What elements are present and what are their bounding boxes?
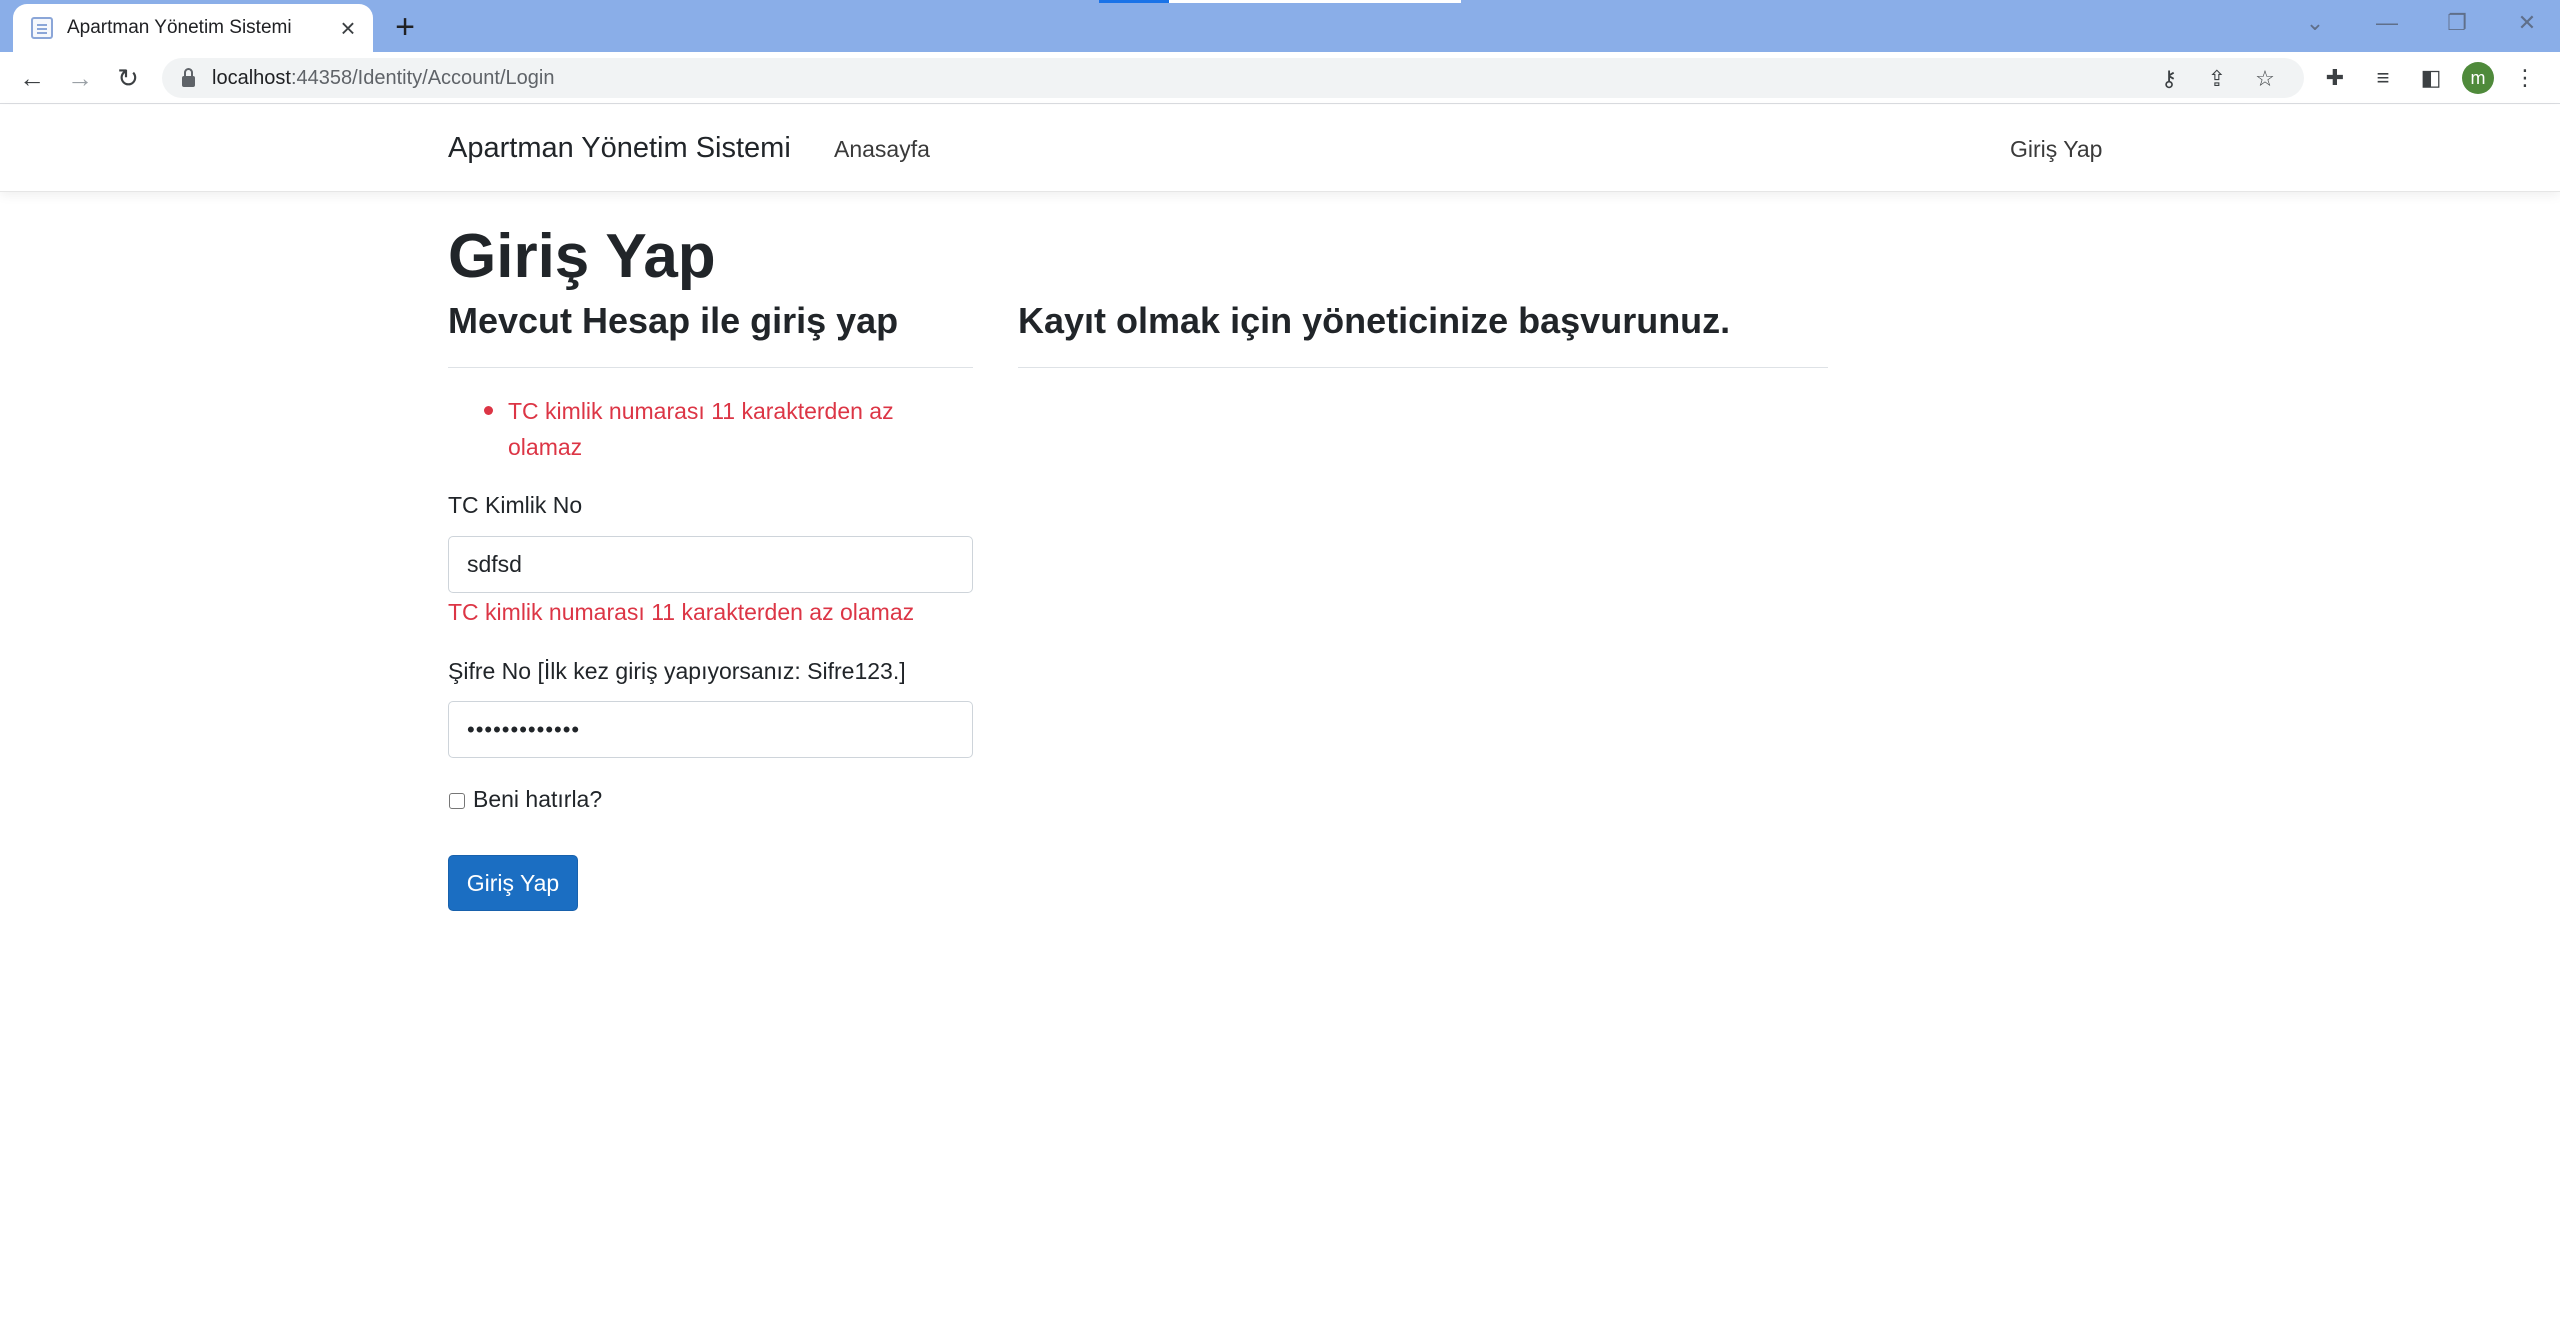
url-text[interactable]: localhost:44358/Identity/Account/Login bbox=[212, 67, 554, 90]
new-tab-icon[interactable]: + bbox=[388, 8, 422, 46]
nav-link-home[interactable]: Anasayfa bbox=[834, 136, 930, 163]
browser-tab[interactable]: Apartman Yönetim Sistemi × bbox=[13, 4, 373, 52]
back-icon[interactable]: ← bbox=[15, 61, 49, 95]
page-favicon-icon bbox=[31, 17, 53, 39]
browser-toolbar: ← → ↻ localhost:44358/Identity/Account/L… bbox=[0, 52, 2560, 104]
tc-kimlik-error: TC kimlik numarası 11 karakterden az ola… bbox=[448, 599, 915, 625]
address-bar[interactable]: localhost:44358/Identity/Account/Login ⚷… bbox=[162, 58, 2304, 98]
validation-summary-item: TC kimlik numarası 11 karakterden az olam… bbox=[484, 393, 984, 465]
extensions-puzzle-icon[interactable]: ✚ bbox=[2318, 61, 2352, 95]
tc-kimlik-label: TC Kimlik No bbox=[448, 492, 583, 518]
reload-icon[interactable]: ↻ bbox=[111, 61, 145, 95]
password-input[interactable] bbox=[448, 701, 973, 758]
login-submit-button[interactable]: Giriş Yap bbox=[448, 855, 578, 911]
tab-title: Apartman Yönetim Sistemi bbox=[67, 17, 292, 38]
close-window-icon[interactable]: ✕ bbox=[2502, 6, 2552, 40]
tab-close-icon[interactable]: × bbox=[331, 11, 365, 45]
password-key-icon[interactable]: ⚷ bbox=[2152, 62, 2186, 96]
login-section-heading: Mevcut Hesap ile giriş yap bbox=[448, 300, 899, 341]
side-panel-icon[interactable]: ◧ bbox=[2414, 61, 2448, 95]
page-content: Apartman Yönetim Sistemi Anasayfa Giriş … bbox=[0, 105, 2560, 1323]
nav-link-login[interactable]: Giriş Yap bbox=[2010, 136, 2102, 163]
profile-avatar[interactable]: m bbox=[2462, 62, 2494, 94]
divider-left bbox=[448, 367, 973, 368]
remember-me-checkbox[interactable] bbox=[449, 793, 465, 809]
tc-kimlik-input[interactable] bbox=[448, 536, 973, 593]
browser-tabbar: Apartman Yönetim Sistemi × + ⌄ — ❐ ✕ bbox=[0, 0, 2560, 52]
page-title: Giriş Yap bbox=[448, 222, 716, 291]
lock-icon[interactable] bbox=[182, 67, 195, 87]
forward-icon[interactable]: → bbox=[63, 61, 97, 95]
site-navbar: Apartman Yönetim Sistemi Anasayfa Giriş … bbox=[0, 105, 2560, 192]
menu-kebab-icon[interactable]: ⋮ bbox=[2508, 61, 2542, 95]
tab-strip-indicator-secondary bbox=[1169, 0, 1461, 3]
password-label: Şifre No [İlk kez giriş yapıyorsanız: Si… bbox=[448, 658, 906, 684]
media-queue-icon[interactable]: ≡ bbox=[2366, 61, 2400, 95]
tab-strip-indicator bbox=[1099, 0, 1169, 3]
register-info-heading: Kayıt olmak için yöneticinize başvurunuz… bbox=[1018, 300, 1731, 341]
minimize-icon[interactable]: — bbox=[2362, 6, 2412, 40]
site-brand-link[interactable]: Apartman Yönetim Sistemi bbox=[448, 132, 791, 165]
tab-search-icon[interactable]: ⌄ bbox=[2290, 6, 2340, 40]
remember-me-label[interactable]: Beni hatırla? bbox=[473, 786, 602, 813]
bookmark-star-icon[interactable]: ☆ bbox=[2248, 62, 2282, 96]
restore-icon[interactable]: ❐ bbox=[2432, 6, 2482, 40]
validation-summary: TC kimlik numarası 11 karakterden az olam… bbox=[484, 393, 984, 465]
divider-right bbox=[1018, 367, 1828, 368]
share-icon[interactable]: ⇪ bbox=[2200, 62, 2234, 96]
